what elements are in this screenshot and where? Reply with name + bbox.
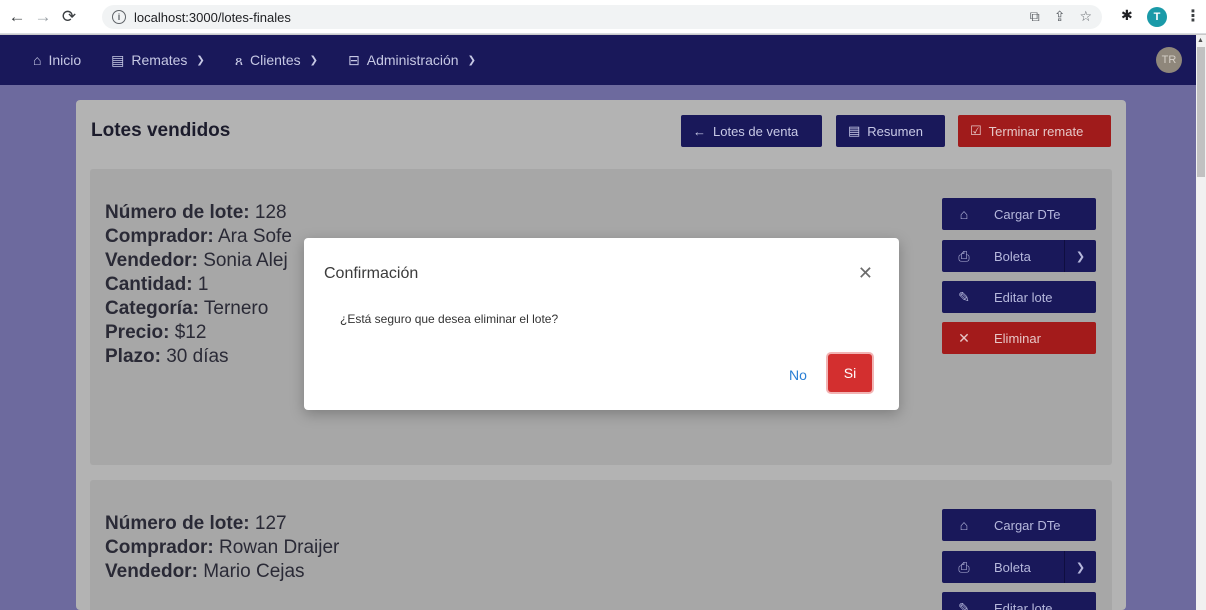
cargar-dte-label: Cargar DTe (994, 206, 1061, 222)
chevron-down-icon[interactable]: ❯ (1064, 551, 1096, 583)
boleta-button[interactable]: ⎙ Boleta ❯ (942, 240, 1096, 272)
editar-lote-button[interactable]: ✎ Editar lote (942, 281, 1096, 313)
dialog-title: Confirmación (324, 265, 419, 282)
home-icon: ⌂ (33, 52, 42, 68)
editar-lote-label: Editar lote (994, 289, 1053, 305)
page-scrollbar[interactable]: ▲ ▼ (1196, 35, 1206, 610)
close-icon[interactable]: ✕ (858, 263, 873, 284)
lote-vendedor: Vendedor: Sonia Alej (105, 250, 288, 271)
terminar-remate-label: Terminar remate (988, 123, 1084, 139)
si-button[interactable]: Si (828, 354, 872, 392)
lote-numero: Número de lote: 128 (105, 202, 287, 223)
browser-toolbar: ← → ⟳ i localhost:3000/lotes-finales ⧉ ⇪… (0, 0, 1206, 34)
document-icon: ▤ (111, 51, 125, 68)
boleta-label: Boleta (994, 248, 1031, 264)
extensions-puzzle-icon[interactable]: ✱ (1121, 7, 1133, 24)
document-icon: ▤ (848, 123, 861, 138)
cargar-dte-button[interactable]: ⌂ Cargar DTe (942, 509, 1096, 541)
reload-icon[interactable]: ⟳ (58, 6, 80, 28)
eliminar-button[interactable]: ✕ Eliminar (942, 322, 1096, 354)
nav-remates-label: Remates (131, 52, 188, 68)
nav-inicio-label: Inicio (48, 52, 82, 68)
pencil-icon: ✎ (958, 288, 970, 305)
app-navbar: ⌂ Inicio ▤ Remates ❯ ጸ Clientes ❯ ⊟ Admi… (0, 35, 1196, 85)
back-arrow-icon[interactable]: ← (6, 6, 28, 28)
confirmation-dialog: Confirmación ✕ ¿Está seguro que desea el… (304, 238, 899, 410)
users-icon: ጸ (234, 51, 244, 68)
url-text: localhost:3000/lotes-finales (134, 9, 291, 25)
nav-clientes-label: Clientes (250, 52, 301, 68)
lote-cantidad: Cantidad: 1 (105, 274, 209, 295)
forward-arrow-icon[interactable]: → (32, 6, 54, 28)
lote-comprador: Comprador: Ara Sofe (105, 226, 292, 247)
lote-vendedor: Vendedor: Mario Cejas (105, 561, 305, 582)
scrollbar-thumb[interactable] (1197, 47, 1205, 177)
lote-comprador: Comprador: Rowan Draijer (105, 537, 340, 558)
terminar-remate-button[interactable]: ☑ Terminar remate (958, 115, 1111, 147)
nav-administracion[interactable]: ⊟ Administración ❯ (348, 52, 476, 69)
lotes-de-venta-label: Lotes de venta (713, 123, 799, 139)
eliminar-label: Eliminar (994, 330, 1041, 346)
briefcase-icon: ⊟ (348, 51, 360, 68)
lote-numero: Número de lote: 127 (105, 513, 287, 534)
user-avatar[interactable]: TR (1156, 47, 1182, 73)
checkbox-checked-icon: ☑ (970, 123, 982, 138)
lote-plazo: Plazo: 30 días (105, 346, 229, 367)
tag-icon: ⌂ (959, 517, 969, 533)
tag-icon: ⌂ (959, 206, 969, 222)
resumen-button[interactable]: ▤ Resumen (836, 115, 945, 147)
printer-icon: ⎙ (958, 247, 970, 264)
bookmark-star-icon[interactable]: ☆ (1079, 8, 1092, 25)
cargar-dte-label: Cargar DTe (994, 517, 1061, 533)
scroll-up-icon[interactable]: ▲ (1197, 37, 1204, 44)
chevron-down-icon: ❯ (467, 54, 476, 66)
chevron-down-icon: ❯ (196, 54, 205, 66)
page-title: Lotes vendidos (91, 120, 231, 141)
address-bar[interactable]: i localhost:3000/lotes-finales ⧉ ⇪ ☆ (102, 5, 1102, 29)
open-in-window-icon[interactable]: ⧉ (1030, 8, 1040, 25)
browser-menu-icon[interactable]: ⋮ (1185, 6, 1201, 26)
resumen-label: Resumen (867, 123, 923, 139)
nav-remates[interactable]: ▤ Remates ❯ (111, 52, 205, 69)
chevron-down-icon[interactable]: ❯ (1064, 240, 1096, 272)
editar-lote-label: Editar lote (994, 600, 1053, 610)
close-icon: ✕ (958, 329, 970, 346)
printer-icon: ⎙ (958, 558, 970, 575)
lote-precio: Precio: $12 (105, 322, 207, 343)
chevron-down-icon: ❯ (309, 54, 319, 66)
lote-card: Número de lote: 127 Comprador: Rowan Dra… (90, 480, 1112, 610)
editar-lote-button[interactable]: ✎ Editar lote (942, 592, 1096, 610)
lote-categoria: Categoría: Ternero (105, 298, 269, 319)
nav-inicio[interactable]: ⌂ Inicio (33, 52, 81, 68)
arrow-left-icon: ← (693, 123, 706, 139)
nav-clientes[interactable]: ጸ Clientes ❯ (235, 52, 318, 69)
share-icon[interactable]: ⇪ (1054, 8, 1066, 25)
boleta-label: Boleta (994, 559, 1031, 575)
browser-profile-avatar[interactable]: T (1147, 7, 1167, 27)
dialog-message: ¿Está seguro que desea eliminar el lote? (340, 312, 559, 326)
site-info-icon[interactable]: i (112, 10, 126, 24)
nav-administracion-label: Administración (366, 52, 459, 68)
no-button[interactable]: No (782, 359, 814, 391)
pencil-icon: ✎ (958, 599, 970, 610)
cargar-dte-button[interactable]: ⌂ Cargar DTe (942, 198, 1096, 230)
boleta-button[interactable]: ⎙ Boleta ❯ (942, 551, 1096, 583)
lotes-de-venta-button[interactable]: ← Lotes de venta (681, 115, 822, 147)
